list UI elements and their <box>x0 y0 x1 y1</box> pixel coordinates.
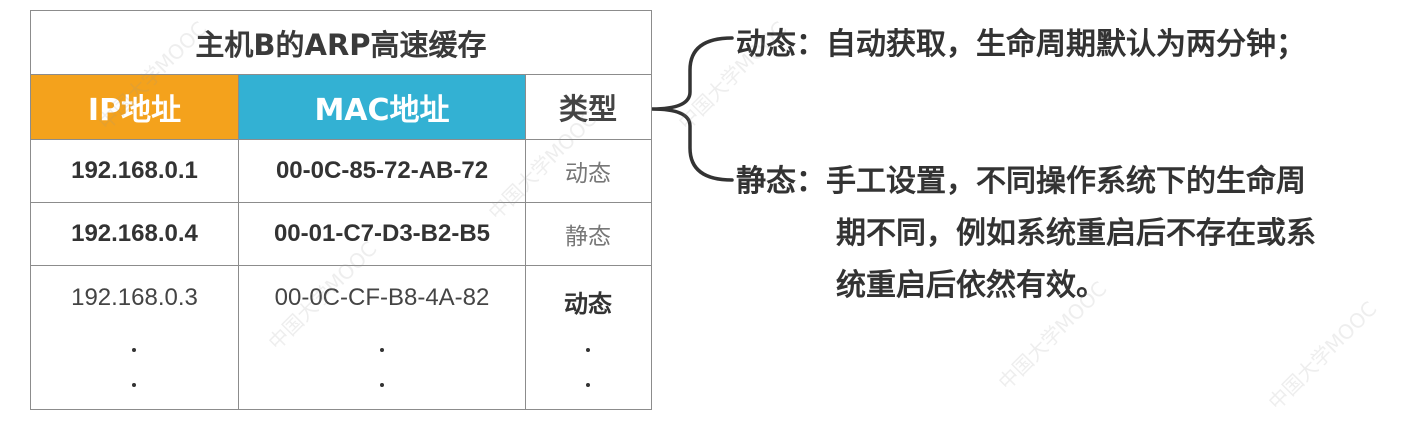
table-row: 192.168.0.4 00-01-C7-D3-B2-B5 静态 <box>31 203 651 266</box>
table-row: 192.168.0.1 00-0C-85-72-AB-72 动态 <box>31 140 651 203</box>
table-header-row: IP地址 MAC地址 类型 <box>31 75 651 140</box>
left-curly-brace-icon <box>651 36 734 182</box>
mac-cell: 00-0C-CF-B8-4A-82 <box>238 266 525 409</box>
ip-cell: 192.168.0.1 <box>71 157 198 184</box>
ellipsis-dot <box>586 383 590 387</box>
watermark: 中国大学MOOC <box>1263 296 1382 415</box>
arp-cache-table: 主机B的ARP高速缓存 IP地址 MAC地址 类型 192.168.0.1 00… <box>30 10 652 410</box>
table-title-row: 主机B的ARP高速缓存 <box>31 11 651 75</box>
type-column-header: 类型 <box>525 75 650 139</box>
table-row: 192.168.0.3 00-0C-CF-B8-4A-82 动态 <box>31 266 651 409</box>
type-cell: 静态 <box>525 203 650 265</box>
ip-column-header: IP地址 <box>31 75 238 139</box>
mac-cell: 00-0C-85-72-AB-72 <box>238 140 525 202</box>
ellipsis-dot <box>132 348 136 352</box>
static-note-line: 期不同，例如系统重启后不存在或系 <box>836 216 1316 251</box>
ellipsis-dot <box>380 348 384 352</box>
type-cell: 动态 <box>525 266 650 409</box>
static-note-line: 统重启后依然有效。 <box>836 268 1106 303</box>
dynamic-note: 动态：自动获取，生命周期默认为两分钟； <box>736 27 1306 62</box>
type-cell: 动态 <box>525 140 650 202</box>
ellipsis-dot <box>586 348 590 352</box>
mac-cell: 00-01-C7-D3-B2-B5 <box>238 203 525 265</box>
ellipsis-dot <box>380 383 384 387</box>
ip-cell: 192.168.0.3 <box>71 284 198 311</box>
static-note: 静态：手工设置，不同操作系统下的生命周 期不同，例如系统重启后不存在或系 统重启… <box>736 156 1316 312</box>
ip-cell: 192.168.0.4 <box>71 220 198 247</box>
static-note-line: 静态：手工设置，不同操作系统下的生命周 <box>736 164 1306 199</box>
table-title: 主机B的ARP高速缓存 <box>195 27 487 62</box>
mac-column-header: MAC地址 <box>238 75 525 139</box>
ellipsis-dot <box>132 383 136 387</box>
